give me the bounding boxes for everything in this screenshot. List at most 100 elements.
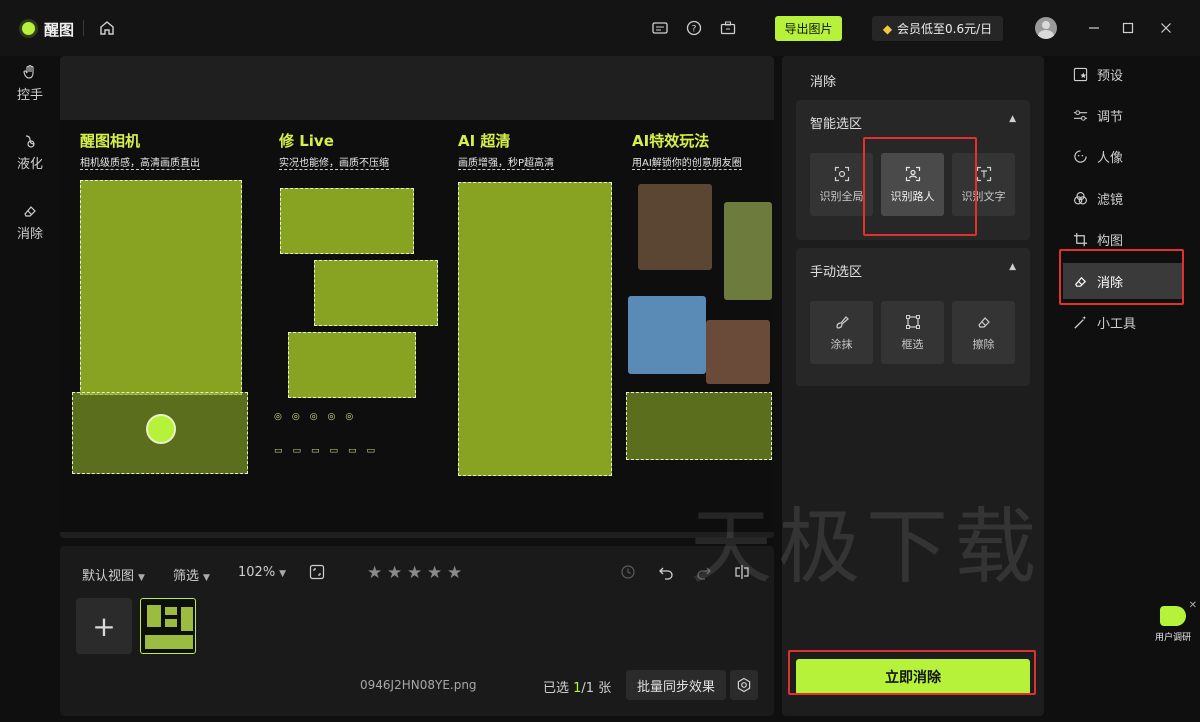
filmstrip-panel: 默认视图 ▼ 筛选 ▼ 102% ▼ ★ ★ ★ ★ ★ + 0946J2HN08YE…	[60, 546, 774, 716]
detect-global-button[interactable]: 识别全局	[810, 153, 873, 216]
svg-text:?: ?	[692, 25, 697, 35]
person-selection-region	[280, 188, 414, 254]
user-survey-button[interactable]: ✕ 用户调研	[1145, 600, 1200, 643]
detect-text-button[interactable]: 识别文字	[952, 153, 1015, 216]
sync-settings-button[interactable]	[730, 670, 758, 700]
shortcut-keyboard-icon[interactable]	[649, 17, 671, 39]
filter-icons-row: ◎◎◎◎◎	[274, 412, 364, 422]
fit-screen-icon[interactable]	[309, 564, 325, 580]
compare-icon[interactable]	[734, 564, 750, 580]
tool-eraser[interactable]: 消除	[12, 203, 48, 242]
erase-now-button[interactable]: 立即消除	[796, 659, 1030, 695]
home-icon[interactable]	[96, 17, 118, 39]
person-selection-region	[626, 392, 772, 460]
user-avatar[interactable]	[1035, 17, 1057, 39]
eraser-tool-label: 擦除	[972, 337, 995, 351]
tool-hand-label: 控手	[16, 88, 43, 103]
undo-icon[interactable]	[658, 564, 674, 580]
rating-star-2[interactable]: ★	[387, 563, 402, 583]
nav-adjust[interactable]: 调节	[1063, 97, 1183, 133]
detect-global-icon	[834, 166, 849, 181]
app-logo-icon	[22, 22, 35, 35]
collapse-caret-icon[interactable]: ▲	[1009, 114, 1016, 124]
batch-sync-button[interactable]: 批量同步效果	[626, 670, 726, 700]
section-title: AI特效玩法	[632, 132, 710, 150]
portrait-icon	[1074, 149, 1087, 163]
nav-crop-label: 构图	[1097, 233, 1124, 249]
rating-star-5[interactable]: ★	[447, 563, 462, 583]
box-select-label: 框选	[901, 337, 924, 351]
tool-eraser-label: 消除	[16, 227, 43, 242]
export-image-button[interactable]: 导出图片	[775, 16, 842, 41]
view-dropdown[interactable]: 默认视图 ▼	[82, 565, 145, 584]
eraser-icon	[977, 316, 990, 328]
eraser-icon	[1075, 276, 1087, 287]
zoom-dropdown[interactable]: 102% ▼	[238, 565, 286, 580]
detect-global-label: 识别全局	[819, 189, 864, 203]
person-selection-region	[80, 180, 242, 395]
selected-count-total: /1 张	[581, 681, 612, 696]
section-subtitle: 用AI解锁你的创意朋友圈	[632, 154, 742, 170]
maximize-icon[interactable]	[1117, 17, 1139, 39]
box-select-button[interactable]: 框选	[881, 301, 944, 364]
zoom-level: 102%	[238, 565, 276, 580]
nav-crop[interactable]: 构图	[1063, 221, 1183, 257]
section-title: 修 Live	[279, 132, 334, 150]
nav-preset[interactable]: 预设	[1063, 56, 1183, 92]
filter-dropdown[interactable]: 筛选 ▼	[173, 565, 210, 584]
app-name: 醒图	[44, 21, 75, 39]
chevron-down-icon: ▼	[203, 573, 210, 583]
gear-icon	[737, 677, 751, 693]
adjust-icon	[1073, 109, 1088, 121]
vip-promo-button[interactable]: ◆ 会员低至0.6元/日	[872, 16, 1003, 41]
rating-star-3[interactable]: ★	[407, 563, 422, 583]
megaphone-icon	[1160, 606, 1186, 626]
detect-person-icon	[905, 166, 920, 181]
diamond-icon: ◆	[882, 21, 893, 36]
rating-star-1[interactable]: ★	[367, 563, 382, 583]
eraser-icon	[24, 206, 36, 217]
history-icon[interactable]	[620, 564, 636, 580]
train-illustration	[724, 202, 772, 300]
selected-count-prefix: 已选	[543, 681, 574, 696]
selected-count: 已选 1/1 张	[543, 677, 611, 696]
collapse-caret-icon[interactable]: ▲	[1009, 262, 1016, 272]
eraser-tool-button[interactable]: 擦除	[952, 301, 1015, 364]
minimize-icon[interactable]	[1083, 17, 1105, 39]
title-divider	[83, 20, 84, 36]
box-select-icon	[905, 314, 920, 329]
erase-panel: 消除 智能选区 ▲ 识别全局 识别路人 识别文字 手动选区 ▲ 涂抹 框选 擦除	[782, 56, 1044, 716]
chevron-down-icon: ▼	[279, 569, 287, 579]
user-survey-label: 用户调研	[1154, 633, 1191, 643]
rating-star-4[interactable]: ★	[427, 563, 442, 583]
file-name: 0946J2HN08YE.png	[360, 678, 477, 692]
nav-tools[interactable]: 小工具	[1063, 304, 1183, 340]
detect-passerby-button[interactable]: 识别路人	[881, 153, 944, 216]
nav-portrait[interactable]: 人像	[1063, 138, 1183, 174]
close-icon[interactable]: ✕	[1189, 600, 1197, 611]
close-icon[interactable]	[1155, 17, 1177, 39]
magic-wand-icon	[1074, 315, 1087, 329]
view-dropdown-label: 默认视图	[82, 569, 135, 584]
liquify-icon	[25, 135, 35, 148]
brush-tool-button[interactable]: 涂抹	[810, 301, 873, 364]
crop-icon	[1073, 232, 1088, 246]
redo-icon[interactable]	[696, 564, 712, 580]
image-thumbnail[interactable]	[140, 598, 196, 654]
nav-tools-label: 小工具	[1097, 316, 1137, 332]
add-image-button[interactable]: +	[76, 598, 132, 654]
smart-selection-title: 智能选区	[810, 117, 863, 132]
help-icon[interactable]: ?	[683, 17, 705, 39]
tool-liquify-label: 液化	[16, 157, 43, 172]
preset-icon	[1073, 67, 1088, 81]
tool-liquify[interactable]: 液化	[12, 133, 48, 172]
shutter-graphic	[146, 414, 176, 444]
nav-erase[interactable]: 消除	[1063, 263, 1183, 299]
detect-text-label: 识别文字	[961, 189, 1006, 203]
image-canvas[interactable]: 醒图相机 相机级质感，高清画质直出 修 Live 实况也能修，画质不压缩 ◎◎◎…	[60, 56, 774, 538]
tool-hand[interactable]: 控手	[12, 64, 48, 103]
toolbox-icon[interactable]	[717, 17, 739, 39]
section-subtitle: 相机级质感，高清画质直出	[80, 154, 200, 170]
nav-filter[interactable]: 滤镜	[1063, 180, 1183, 216]
detect-text-icon	[976, 166, 991, 181]
